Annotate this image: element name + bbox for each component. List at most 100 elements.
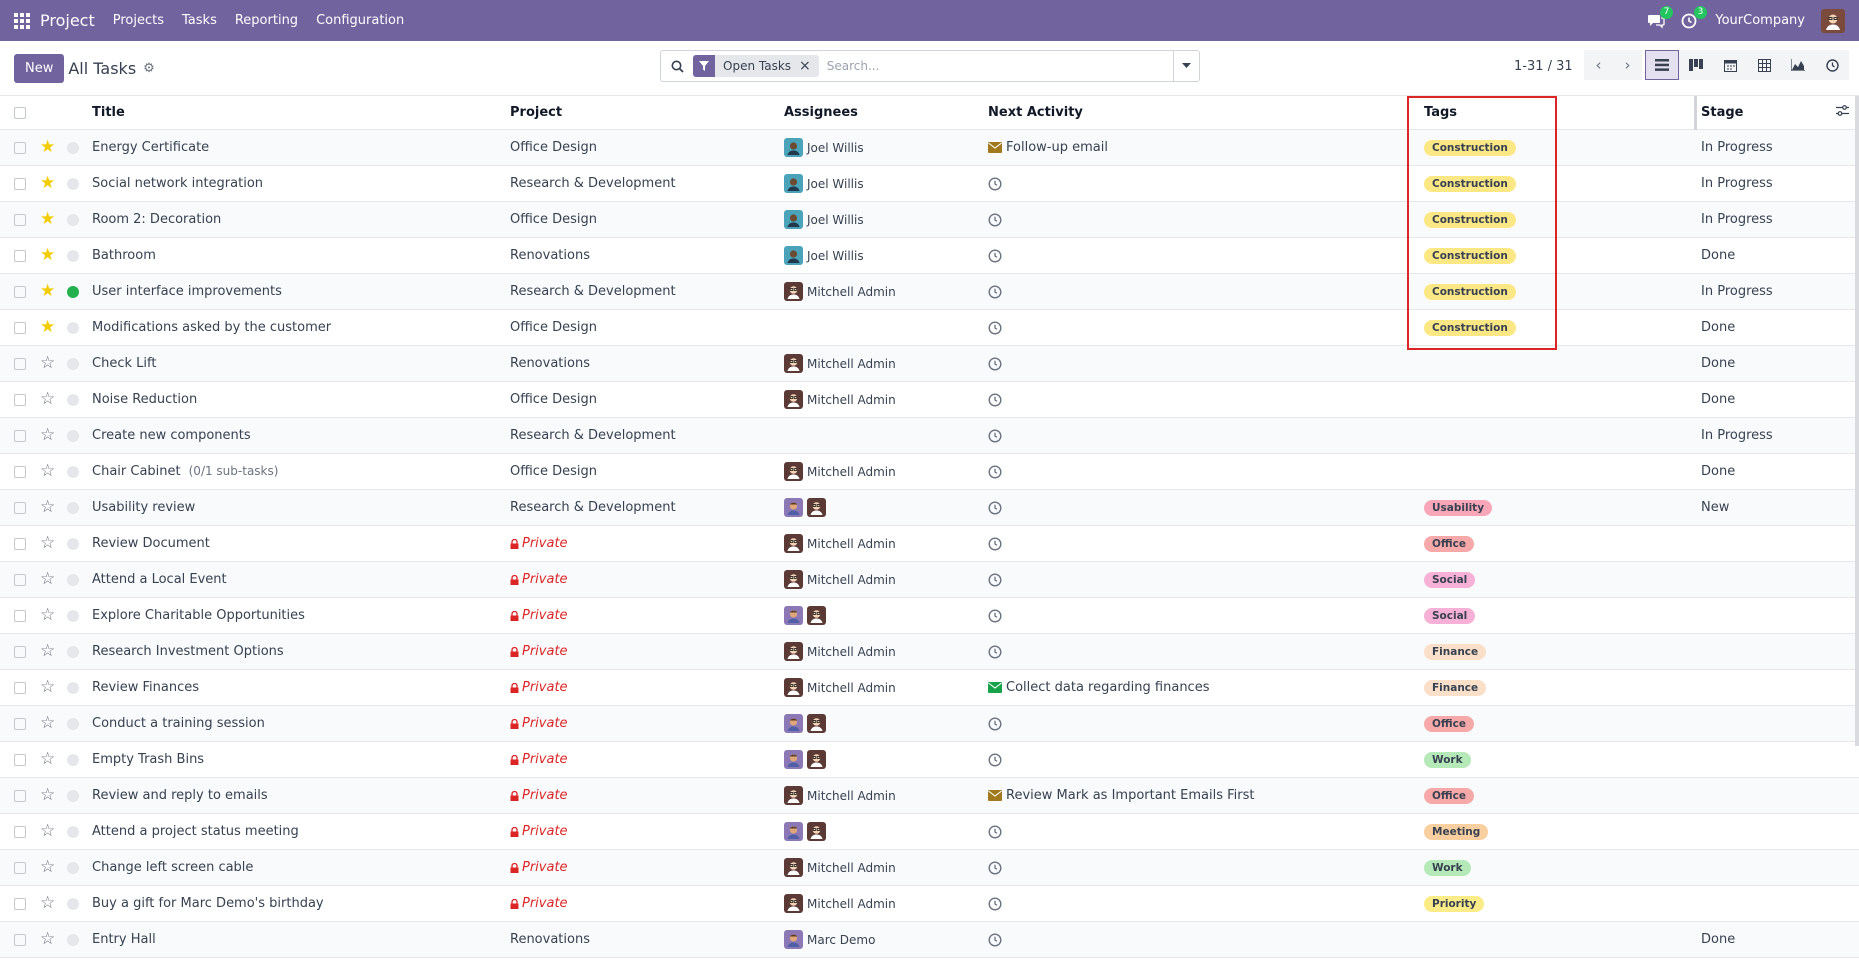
- task-next-activity[interactable]: [988, 572, 1002, 587]
- star-outline-icon[interactable]: ☆: [40, 859, 55, 876]
- assignee-avatar[interactable]: [784, 678, 803, 697]
- company-switcher[interactable]: YourCompany: [1715, 13, 1805, 28]
- task-assignees[interactable]: [784, 498, 826, 517]
- task-next-activity[interactable]: [988, 896, 1002, 911]
- task-next-activity[interactable]: [988, 284, 1002, 299]
- table-row[interactable]: ☆ Review and reply to emails Private Mitche…: [0, 778, 1859, 814]
- table-row[interactable]: ☆ Entry Hall Renovations Marc Demo Done: [0, 922, 1859, 958]
- task-next-activity[interactable]: [988, 176, 1002, 191]
- task-assignees[interactable]: Mitchell Admin: [784, 354, 896, 373]
- activity-view-button[interactable]: [1815, 50, 1849, 80]
- kanban-state-dot[interactable]: [67, 753, 79, 766]
- graph-view-button[interactable]: [1781, 50, 1815, 80]
- row-checkbox[interactable]: [14, 933, 26, 946]
- kanban-state-dot[interactable]: [67, 933, 79, 946]
- table-row[interactable]: ☆ Empty Trash Bins Private Work: [0, 742, 1859, 778]
- kanban-state-dot[interactable]: [67, 213, 79, 226]
- kanban-state-dot[interactable]: [67, 789, 79, 802]
- task-assignees[interactable]: Joel Willis: [784, 138, 864, 157]
- row-checkbox[interactable]: [14, 645, 26, 658]
- assignee-avatar[interactable]: [784, 138, 803, 157]
- star-filled-icon[interactable]: ★: [40, 175, 55, 192]
- list-view-button[interactable]: [1645, 50, 1679, 80]
- row-checkbox[interactable]: [14, 537, 26, 550]
- task-assignees[interactable]: Joel Willis: [784, 174, 864, 193]
- star-outline-icon[interactable]: ☆: [40, 427, 55, 444]
- row-checkbox[interactable]: [14, 357, 26, 370]
- table-row[interactable]: ☆ Create new components Research & Develop…: [0, 418, 1859, 454]
- task-assignees[interactable]: Mitchell Admin: [784, 858, 896, 877]
- task-next-activity[interactable]: [988, 860, 1002, 875]
- star-outline-icon[interactable]: ☆: [40, 499, 55, 516]
- kanban-state-dot[interactable]: [67, 681, 79, 694]
- star-outline-icon[interactable]: ☆: [40, 571, 55, 588]
- kanban-state-dot[interactable]: [67, 357, 79, 370]
- table-row[interactable]: ☆ Change left screen cable Private Mitchell…: [0, 850, 1859, 886]
- menu-reporting[interactable]: Reporting: [235, 13, 298, 28]
- kanban-state-dot[interactable]: [67, 861, 79, 874]
- assignee-avatar[interactable]: [784, 462, 803, 481]
- assignee-avatar[interactable]: [784, 930, 803, 949]
- assignee-avatar[interactable]: [784, 822, 803, 841]
- task-assignees[interactable]: Mitchell Admin: [784, 786, 896, 805]
- column-resize-handle[interactable]: [1694, 96, 1697, 130]
- row-checkbox[interactable]: [14, 573, 26, 586]
- star-filled-icon[interactable]: ★: [40, 283, 55, 300]
- assignee-avatar[interactable]: [784, 786, 803, 805]
- task-assignees[interactable]: [784, 606, 826, 625]
- row-checkbox[interactable]: [14, 789, 26, 802]
- calendar-view-button[interactable]: [1713, 50, 1747, 80]
- task-assignees[interactable]: Marc Demo: [784, 930, 875, 949]
- star-outline-icon[interactable]: ☆: [40, 391, 55, 408]
- assignee-avatar[interactable]: [807, 750, 826, 769]
- table-row[interactable]: ☆ Chair Cabinet (0/1 sub-tasks) Office Desi…: [0, 454, 1859, 490]
- task-assignees[interactable]: Mitchell Admin: [784, 390, 896, 409]
- task-next-activity[interactable]: [988, 392, 1002, 407]
- task-next-activity[interactable]: [988, 464, 1002, 479]
- star-outline-icon[interactable]: ☆: [40, 535, 55, 552]
- assignee-avatar[interactable]: [784, 714, 803, 733]
- assignee-avatar[interactable]: [784, 858, 803, 877]
- star-outline-icon[interactable]: ☆: [40, 931, 55, 948]
- assignee-avatar[interactable]: [784, 750, 803, 769]
- user-avatar[interactable]: [1821, 8, 1845, 33]
- kanban-state-dot[interactable]: [67, 285, 79, 298]
- gear-icon[interactable]: ⚙: [143, 61, 155, 76]
- row-checkbox[interactable]: [14, 429, 26, 442]
- row-checkbox[interactable]: [14, 609, 26, 622]
- task-next-activity[interactable]: Follow-up email: [988, 140, 1108, 155]
- kanban-state-dot[interactable]: [67, 249, 79, 262]
- row-checkbox[interactable]: [14, 141, 26, 154]
- row-checkbox[interactable]: [14, 465, 26, 478]
- task-assignees[interactable]: Mitchell Admin: [784, 462, 896, 481]
- kanban-state-dot[interactable]: [67, 645, 79, 658]
- task-next-activity[interactable]: [988, 428, 1002, 443]
- task-assignees[interactable]: Mitchell Admin: [784, 570, 896, 589]
- row-checkbox[interactable]: [14, 825, 26, 838]
- task-assignees[interactable]: [784, 714, 826, 733]
- task-assignees[interactable]: [784, 822, 826, 841]
- kanban-state-dot[interactable]: [67, 429, 79, 442]
- star-outline-icon[interactable]: ☆: [40, 895, 55, 912]
- menu-tasks[interactable]: Tasks: [182, 13, 217, 28]
- task-next-activity[interactable]: [988, 248, 1002, 263]
- menu-configuration[interactable]: Configuration: [316, 13, 404, 28]
- assignee-avatar[interactable]: [784, 246, 803, 265]
- task-next-activity[interactable]: Collect data regarding finances: [988, 680, 1209, 695]
- assignee-avatar[interactable]: [784, 894, 803, 913]
- kanban-state-dot[interactable]: [67, 825, 79, 838]
- star-outline-icon[interactable]: ☆: [40, 751, 55, 768]
- column-project[interactable]: Project: [510, 105, 562, 120]
- kanban-state-dot[interactable]: [67, 321, 79, 334]
- task-assignees[interactable]: Joel Willis: [784, 210, 864, 229]
- task-next-activity[interactable]: [988, 536, 1002, 551]
- assignee-avatar[interactable]: [807, 714, 826, 733]
- column-stage[interactable]: Stage: [1701, 105, 1743, 120]
- assignee-avatar[interactable]: [784, 534, 803, 553]
- row-checkbox[interactable]: [14, 753, 26, 766]
- task-next-activity[interactable]: [988, 644, 1002, 659]
- task-next-activity[interactable]: [988, 716, 1002, 731]
- table-row[interactable]: ☆ Check Lift Renovations Mitchell Admin Done: [0, 346, 1859, 382]
- star-outline-icon[interactable]: ☆: [40, 823, 55, 840]
- row-checkbox[interactable]: [14, 213, 26, 226]
